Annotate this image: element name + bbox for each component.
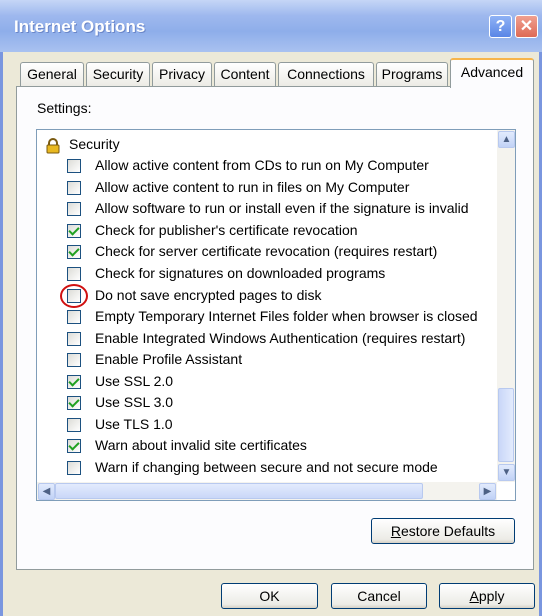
setting-label: Warn about invalid site certificates (95, 437, 307, 453)
checkbox[interactable] (67, 310, 81, 324)
checkbox[interactable] (67, 396, 81, 410)
window-title: Internet Options (14, 17, 146, 36)
setting-label: Empty Temporary Internet Files folder wh… (95, 308, 478, 324)
scroll-down-button[interactable]: ▼ (498, 464, 515, 481)
ok-button[interactable]: OK (221, 583, 318, 609)
tab-advanced[interactable]: Advanced (450, 58, 534, 88)
horizontal-scroll-thumb[interactable] (55, 483, 423, 499)
setting-label: Allow active content from CDs to run on … (95, 157, 429, 173)
tab-security[interactable]: Security (86, 62, 150, 86)
checkbox[interactable] (67, 159, 81, 173)
title-bar[interactable]: Internet Options ? ✕ (0, 0, 542, 52)
checkbox[interactable] (67, 332, 81, 346)
checkbox[interactable] (67, 375, 81, 389)
scroll-up-button[interactable]: ▲ (498, 131, 515, 148)
setting-label: Use TLS 1.0 (95, 416, 173, 432)
apply-button[interactable]: Apply (439, 583, 535, 609)
checkbox[interactable] (67, 353, 81, 367)
setting-label: Check for publisher's certificate revoca… (95, 222, 358, 238)
chevron-left-icon: ◀ (42, 486, 51, 497)
scroll-left-button[interactable]: ◀ (38, 483, 55, 500)
checkbox[interactable] (67, 267, 81, 281)
setting-label: Use SSL 2.0 (95, 373, 174, 389)
close-button[interactable]: ✕ (515, 15, 538, 38)
chevron-right-icon: ▶ (483, 486, 492, 497)
close-icon: ✕ (519, 18, 534, 35)
setting-label: Check for signatures on downloaded progr… (95, 265, 386, 281)
checkbox[interactable] (67, 181, 81, 195)
tab-connections[interactable]: Connections (278, 62, 374, 86)
setting-label: Check for server certificate revocation … (95, 243, 438, 259)
help-icon: ? (495, 18, 506, 35)
highlight-ring (60, 284, 88, 308)
checkbox[interactable] (67, 461, 81, 475)
vertical-scrollbar[interactable]: ▲ ▼ (497, 130, 515, 482)
settings-label: Settings: (37, 100, 92, 116)
setting-label: Enable Integrated Windows Authentication… (95, 330, 466, 346)
chevron-up-icon: ▲ (501, 134, 512, 145)
chevron-down-icon: ▼ (501, 467, 512, 478)
advanced-panel: Settings: Security Allow active content … (16, 86, 534, 570)
group-label: Security (69, 136, 120, 152)
tab-privacy[interactable]: Privacy (152, 62, 212, 86)
help-button[interactable]: ? (489, 15, 512, 38)
horizontal-scrollbar[interactable]: ◀ ▶ (37, 482, 497, 500)
setting-label: Use SSL 3.0 (95, 394, 174, 410)
cancel-button[interactable]: Cancel (331, 583, 427, 609)
vertical-scroll-thumb[interactable] (498, 388, 514, 462)
checkbox[interactable] (67, 224, 81, 238)
checkbox[interactable] (67, 245, 81, 259)
settings-listbox[interactable]: Security Allow active content from CDs t… (36, 129, 516, 501)
settings-list: Security Allow active content from CDs t… (37, 130, 497, 482)
tab-strip: General Security Privacy Content Connect… (0, 58, 542, 88)
lock-icon (45, 138, 61, 154)
checkbox[interactable] (67, 202, 81, 216)
setting-label: Allow active content to run in files on … (95, 179, 410, 195)
checkbox[interactable] (67, 439, 81, 453)
checkbox[interactable] (67, 418, 81, 432)
scroll-right-button[interactable]: ▶ (479, 483, 496, 500)
setting-label: Warn if changing between secure and not … (95, 459, 438, 475)
tab-content[interactable]: Content (214, 62, 276, 86)
restore-defaults-button[interactable]: Restore Defaults (371, 518, 515, 544)
tab-general[interactable]: General (20, 62, 84, 86)
setting-label: Allow software to run or install even if… (95, 200, 469, 216)
setting-label: Do not save encrypted pages to disk (95, 287, 322, 303)
tab-programs[interactable]: Programs (376, 62, 448, 86)
setting-label: Enable Profile Assistant (95, 351, 243, 367)
